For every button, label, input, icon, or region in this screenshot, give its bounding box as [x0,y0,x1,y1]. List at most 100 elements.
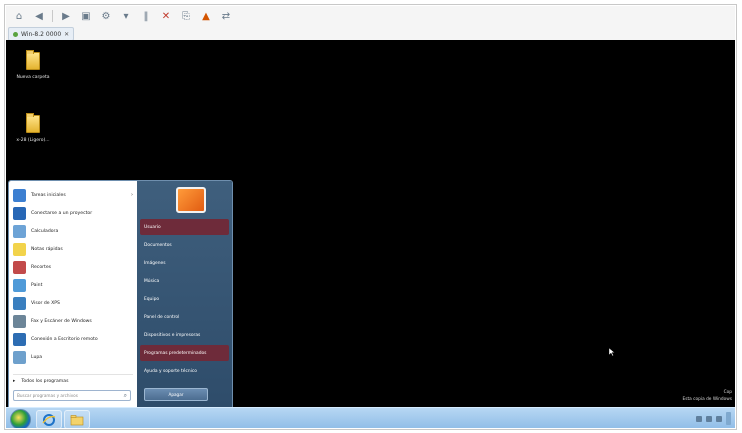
start-menu-programs-pane: Tareas iniciales › Conectarse a un proye… [9,181,137,410]
start-menu: Tareas iniciales › Conectarse a un proye… [8,180,233,411]
fax-scanner-icon [13,314,26,328]
desktop-icon-label: Nueva carpeta [16,75,50,80]
network-icon[interactable]: ⇄ [219,10,233,22]
start-item-label: Recortes [31,264,52,270]
taskbar-ie-button[interactable] [36,410,62,428]
home-icon[interactable]: ⌂ [12,10,26,22]
paint-icon [13,278,26,292]
start-item-fax[interactable]: Fax y Escáner de Windows [13,313,133,329]
tray-flag-icon[interactable] [696,415,702,422]
back-icon[interactable]: ◀ [32,10,46,22]
xps-viewer-icon [13,296,26,310]
desktop-icon-folder-2[interactable]: x-28 (Ligero)... [8,113,58,143]
desktop-icon-new-folder[interactable]: Nueva carpeta [8,50,58,80]
start-item-tareas[interactable]: Tareas iniciales › [13,187,133,203]
start-right-label: Ayuda y soporte técnico [144,368,197,374]
start-item-label: Visor de XPS [31,300,60,306]
stop-icon[interactable]: ✕ [159,10,173,22]
start-right-label: Música [144,278,160,284]
start-item-label: Fax y Escáner de Windows [31,318,92,324]
start-item-label: Conexión a Escritorio remoto [31,336,98,342]
start-right-default-programs[interactable]: Programas predeterminados [140,345,229,361]
start-right-music[interactable]: Música [140,273,229,289]
start-item-paint[interactable]: Paint [13,277,133,293]
all-programs-label: Todos los programas [21,378,69,384]
windows-watermark-line-2: Esta copia de Windows [682,397,732,402]
start-right-pictures[interactable]: Imágenes [140,255,229,271]
vm-tab-row: Win-8.2 0000 ✕ [6,26,735,41]
vm-tab-label: Win-8.2 0000 [21,30,62,38]
start-item-label: Calculadora [31,228,59,234]
start-item-remote-desktop[interactable]: Conexión a Escritorio remoto [13,331,133,347]
start-item-label: Notas rápidas [31,246,63,252]
tray-volume-icon[interactable] [716,415,722,422]
start-item-snipping[interactable]: Recortes [13,259,133,275]
start-right-user[interactable]: Usuario [140,219,229,235]
vm-screen[interactable]: Nueva carpeta x-28 (Ligero)... Tareas in… [6,40,735,428]
start-right-label: Imágenes [144,260,166,266]
start-right-label: Programas predeterminados [144,350,207,356]
start-right-label: Equipo [144,296,160,302]
alert-icon[interactable]: ▲ [199,10,213,22]
taskbar [6,407,735,428]
triangle-right-icon: ▸ [13,378,16,384]
start-right-label: Documentos [144,242,172,248]
start-right-devices[interactable]: Dispositivos e impresoras [140,327,229,343]
mouse-pointer-icon [609,348,615,356]
calculator-icon [13,224,26,238]
taskbar-explorer-button[interactable] [64,410,90,428]
start-item-xps[interactable]: Visor de XPS [13,295,133,311]
all-programs-button[interactable]: ▸ Todos los programas [13,374,133,387]
vm-tab[interactable]: Win-8.2 0000 ✕ [8,27,75,41]
start-right-label: Dispositivos e impresoras [144,332,201,338]
chevron-right-icon: › [131,192,133,198]
sticky-notes-icon [13,242,26,256]
remote-desktop-icon [13,332,26,346]
search-icon: ⌕ [123,391,127,399]
start-search-input[interactable]: Buscar programas y archivos ⌕ [13,390,131,401]
start-menu-places-pane: Usuario Documentos Imágenes Música Equip… [137,181,232,410]
windows-watermark-line-1: Cop [723,390,732,395]
tray-network-icon[interactable] [706,415,712,422]
host-toolbar: ⌂ ◀ ▶ ▣ ⚙ ▾ ‖ ✕ ⎘ ▲ ⇄ [6,6,735,26]
shutdown-label: Apagar [168,392,184,397]
start-item-label: Lupa [31,354,43,360]
snapshot-icon[interactable]: ⎘ [179,10,193,22]
getting-started-icon [13,188,26,202]
start-right-label: Panel de control [144,314,180,320]
user-avatar[interactable] [176,187,206,213]
start-right-help[interactable]: Ayuda y soporte técnico [140,363,229,379]
settings-icon[interactable]: ⚙ [99,10,113,22]
desktop-icon-label: x-28 (Ligero)... [16,138,50,143]
close-tab-icon[interactable]: ✕ [64,31,69,38]
running-status-icon [13,31,18,37]
snipping-tool-icon [13,260,26,274]
dropdown-icon[interactable]: ▾ [119,10,133,22]
shutdown-button[interactable]: Apagar [144,388,208,401]
folder-icon [26,113,40,133]
start-button[interactable] [10,409,31,428]
search-placeholder: Buscar programas y archivos [17,393,78,398]
system-tray [671,411,731,426]
start-item-calculator[interactable]: Calculadora [13,223,133,239]
folder-icon [26,50,40,70]
start-item-projector[interactable]: Conectarse a un proyector [13,205,133,221]
toolbar-separator [52,10,53,22]
pause-icon[interactable]: ‖ [139,10,153,22]
start-right-control-panel[interactable]: Panel de control [140,309,229,325]
start-right-computer[interactable]: Equipo [140,291,229,307]
forward-icon[interactable]: ▶ [59,10,73,22]
start-right-documents[interactable]: Documentos [140,237,229,253]
explorer-icon [70,414,84,425]
start-item-sticky-notes[interactable]: Notas rápidas [13,241,133,257]
magnifier-icon [13,350,26,364]
start-item-label: Tareas iniciales [31,192,66,198]
start-item-magnifier[interactable]: Lupa [13,349,133,365]
start-item-label: Conectarse a un proyector [31,210,93,216]
start-right-label: Usuario [144,224,161,230]
save-icon[interactable]: ▣ [79,10,93,22]
show-desktop-icon[interactable] [726,412,731,425]
start-item-label: Paint [31,282,43,288]
projector-icon [13,206,26,220]
ie-icon [42,413,56,426]
